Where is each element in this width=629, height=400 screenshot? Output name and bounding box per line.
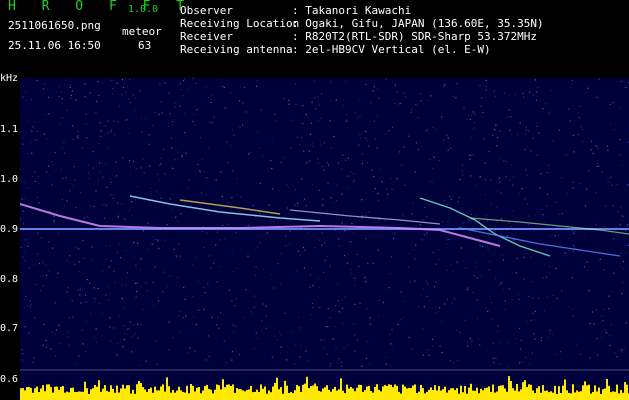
app-logo: H R O F F T	[8, 0, 194, 14]
receiver-label: Receiver	[180, 30, 233, 43]
meteor-count: 63	[138, 39, 152, 52]
y-axis-unit: kHz	[0, 73, 19, 84]
app-version: 1.0.0	[128, 4, 159, 15]
y-tick-label: 0.8	[0, 274, 19, 285]
date-time: 25.11.06 16:50	[8, 39, 101, 52]
spectrogram-background	[20, 78, 629, 400]
antenna-label: Receiving antenna	[180, 43, 293, 56]
y-tick-label: 1.0	[0, 174, 19, 185]
receiver-value: : R820T2(RTL-SDR) SDR-Sharp 53.372MHz	[292, 30, 538, 43]
location-value: : Ogaki, Gifu, JAPAN (136.60E, 35.35N)	[292, 17, 544, 30]
spectrogram[interactable]	[20, 78, 629, 400]
y-tick-label: 0.7	[0, 323, 19, 334]
y-tick-label: 0.9	[0, 224, 19, 235]
antenna-value: : 2el-HB9CV Vertical (el. E-W)	[292, 43, 491, 56]
y-tick-label: 0.6	[0, 374, 19, 385]
observer-label: Observer	[180, 4, 233, 17]
y-tick-label: 1.1	[0, 124, 19, 135]
location-label: Receiving Location	[180, 17, 300, 30]
observer-value: : Takanori Kawachi	[292, 4, 412, 17]
mode-label: meteor	[122, 25, 162, 38]
file-name: 2511061650.png	[8, 19, 101, 32]
